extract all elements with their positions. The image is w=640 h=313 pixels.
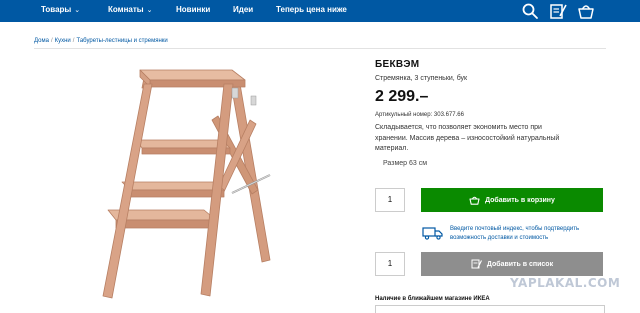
- breadcrumb-link-step-stools[interactable]: Табуреты-лестницы и стремянки: [76, 38, 167, 44]
- breadcrumb: Дома / Кухни / Табуреты-лестницы и стремянки: [34, 38, 168, 44]
- breadcrumb-link-home[interactable]: Дома: [34, 38, 49, 44]
- add-to-cart-label: Добавить в корзину: [485, 196, 555, 204]
- product-size: Размер 63 см: [383, 160, 428, 167]
- nav-item-ideas[interactable]: Идеи: [233, 0, 253, 22]
- nav-item-lower-price[interactable]: Теперь цена ниже: [276, 0, 347, 22]
- article-number: Артикульный номер: 303.677.66: [375, 112, 464, 118]
- cart-icon[interactable]: [577, 2, 595, 20]
- product-subtitle: Стремянка, 3 ступеньки, бук: [375, 75, 468, 82]
- nav-item-new[interactable]: Новинки: [176, 0, 210, 22]
- delivery-truck-icon: [422, 227, 443, 240]
- cart-icon: [469, 196, 480, 205]
- search-icon[interactable]: [521, 2, 539, 20]
- product-price: 2 299.–: [375, 88, 429, 105]
- product-description: Складывается, что позволяет экономить ме…: [375, 124, 560, 152]
- nav-item-label: Товары: [41, 5, 72, 14]
- quantity-input-cart[interactable]: 1: [375, 188, 405, 212]
- watermark: YAPLAKAL.COM: [510, 276, 621, 290]
- chevron-down-icon: ⌄: [146, 7, 153, 14]
- nav-item-label: Идеи: [233, 5, 254, 14]
- add-to-list-label: Добавить в список: [486, 260, 554, 268]
- breadcrumb-separator: /: [72, 38, 75, 44]
- breadcrumb-separator: /: [50, 38, 53, 44]
- store-availability-title: Наличие в ближайшем магазине ИКЕА: [375, 296, 490, 302]
- product-image[interactable]: [92, 60, 282, 300]
- nav-item-rooms[interactable]: Комнаты ⌄: [108, 0, 153, 22]
- add-to-cart-button[interactable]: Добавить в корзину: [421, 188, 603, 212]
- nav-item-label: Новинки: [176, 5, 211, 14]
- add-to-list-button[interactable]: Добавить в список: [421, 252, 603, 276]
- divider: [34, 48, 606, 49]
- breadcrumb-link-kitchens[interactable]: Кухни: [55, 38, 71, 44]
- quantity-input-list[interactable]: 1: [375, 252, 405, 276]
- chevron-down-icon: ⌄: [74, 7, 81, 14]
- shopping-list-icon[interactable]: [549, 2, 567, 20]
- top-navigation-bar: Товары ⌄ Комнаты ⌄ Новинки Идеи Теперь цен…: [0, 0, 640, 22]
- nav-item-label: Теперь цена ниже: [276, 5, 347, 14]
- shopping-list-icon: [471, 259, 482, 269]
- product-title: БЕКВЭМ: [375, 59, 420, 70]
- nav-item-label: Комнаты: [108, 5, 144, 14]
- delivery-postcode-link[interactable]: Введите почтовый индекс, чтобы подтверди…: [450, 225, 610, 242]
- nav-item-products[interactable]: Товары ⌄: [41, 0, 80, 22]
- store-availability-box[interactable]: [375, 305, 605, 313]
